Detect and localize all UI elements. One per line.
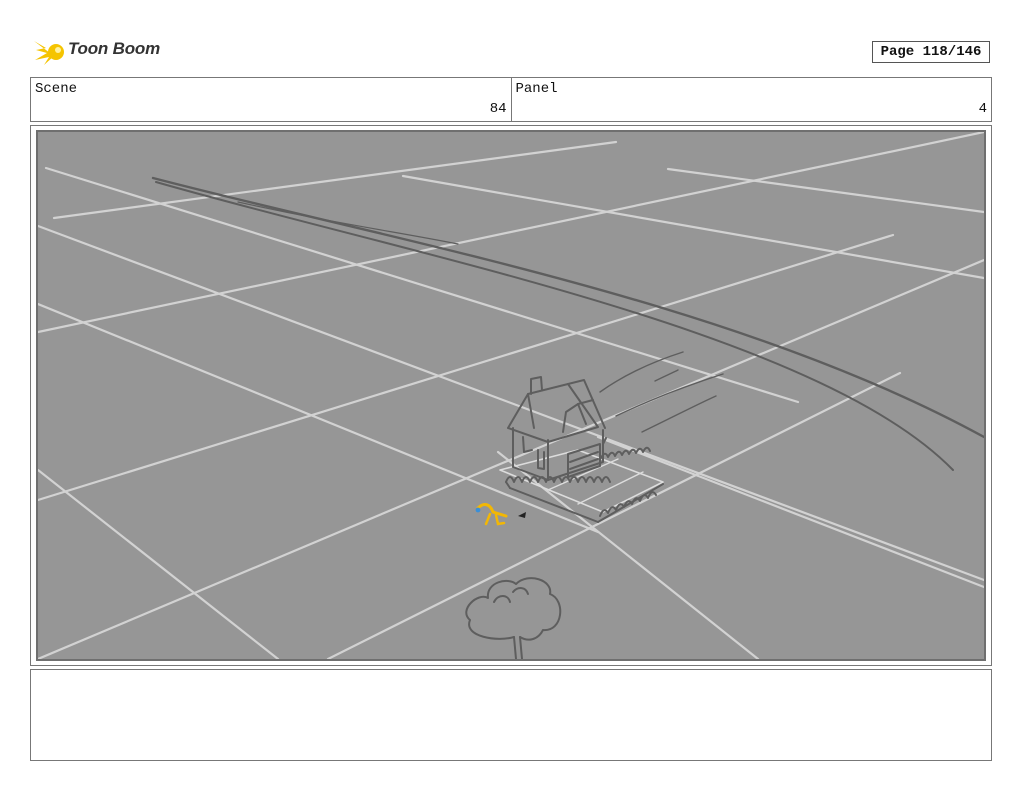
logo-text: Toon Boom: [68, 39, 160, 58]
toon-boom-logo: Toon Boom: [32, 36, 162, 68]
toon-boom-logo-icon: [34, 41, 64, 65]
tree-sketch: [465, 577, 562, 659]
panel-value: 4: [978, 101, 987, 117]
scene-cell: Scene 84: [31, 78, 511, 121]
panel-cell: Panel 4: [510, 78, 992, 121]
panel-frame: [30, 125, 992, 666]
storyboard-sketch: [38, 132, 984, 659]
panel-notes-box: [30, 669, 992, 761]
house-sketch: [499, 376, 664, 523]
panel-label: Panel: [515, 81, 558, 97]
scene-value: 84: [489, 101, 507, 117]
scene-label: Scene: [35, 81, 78, 97]
ground-grid: [38, 132, 984, 659]
character-figure: [475, 503, 526, 526]
storyboard-panel-image: [36, 130, 986, 661]
page-number: Page 118/146: [872, 41, 990, 63]
scene-panel-header: Scene 84 Panel 4: [30, 77, 992, 122]
speed-lines: [599, 351, 724, 433]
